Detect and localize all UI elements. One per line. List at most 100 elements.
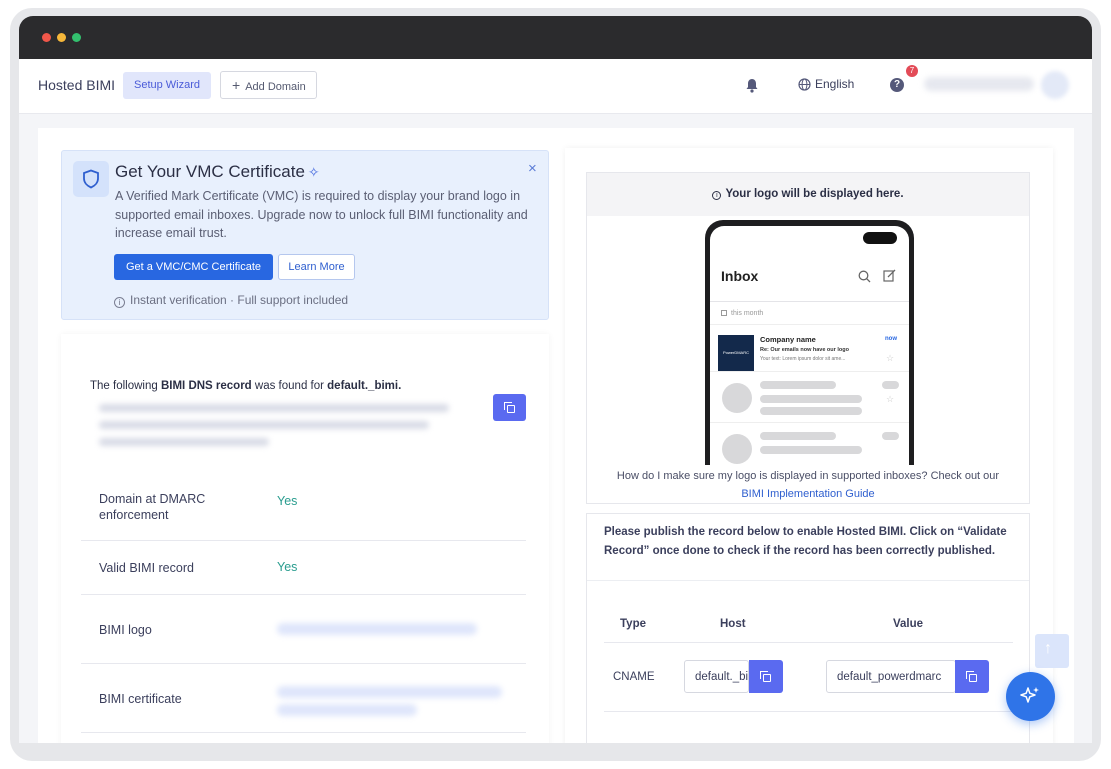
star-icon: ☆ bbox=[886, 353, 895, 363]
close-icon[interactable]: × bbox=[528, 160, 537, 177]
bimi-certificate-url-redacted bbox=[277, 686, 502, 698]
preview-header-text: Your logo will be displayed here. bbox=[725, 188, 904, 200]
found-bold: BIMI DNS record bbox=[160, 380, 252, 392]
mail-snippet: Your text: Lorem ipsum dolor sit ame... bbox=[760, 356, 846, 362]
check-value: Yes bbox=[277, 560, 298, 574]
checkbox-icon bbox=[721, 310, 727, 316]
arrow-up-icon: ↑ bbox=[1044, 640, 1052, 657]
compose-icon bbox=[883, 269, 896, 287]
placeholder-line bbox=[882, 432, 899, 440]
header-divider bbox=[604, 642, 1013, 643]
copy-record-button[interactable] bbox=[493, 394, 526, 421]
info-icon: i bbox=[114, 297, 125, 308]
copy-host-button[interactable] bbox=[749, 660, 783, 693]
check-label: BIMI logo bbox=[99, 623, 152, 637]
vmc-banner: Get Your VMC Certificate ✧ × A Verified M… bbox=[61, 150, 549, 320]
value-field[interactable] bbox=[826, 660, 956, 693]
ai-assistant-button[interactable] bbox=[1006, 672, 1055, 721]
dns-record-card: The following BIMI DNS record was found … bbox=[61, 334, 549, 743]
main-content: Get Your VMC Certificate ✧ × A Verified M… bbox=[38, 128, 1074, 743]
column-header-type: Type bbox=[620, 618, 646, 630]
user-name-redacted[interactable] bbox=[924, 77, 1034, 91]
vmc-note: i Instant verification · Full support inc… bbox=[114, 293, 348, 308]
shield-icon bbox=[73, 161, 109, 197]
column-header-value: Value bbox=[893, 618, 924, 630]
copy-value-button[interactable] bbox=[955, 660, 989, 693]
placeholder-mail-item: ☆ bbox=[710, 373, 909, 423]
preview-footer-text: How do I make sure my logo is displayed … bbox=[616, 470, 1000, 482]
check-row: BIMI logo bbox=[81, 595, 526, 664]
mail-sender: Company name bbox=[760, 335, 816, 344]
vmc-description: A Verified Mark Certificate (VMC) is req… bbox=[115, 189, 528, 240]
preview-header: i Your logo will be displayed here. bbox=[587, 173, 1029, 216]
check-value: Yes bbox=[277, 494, 298, 508]
found-domain: default._bimi. bbox=[327, 380, 402, 392]
brand-logo: PowerDMARC bbox=[718, 335, 754, 371]
check-row: Domain at DMARC enforcement Yes bbox=[81, 474, 526, 541]
record-type: CNAME bbox=[613, 671, 655, 683]
sparkle-icon: ✧ bbox=[307, 164, 320, 180]
title-bar bbox=[19, 16, 1092, 59]
mail-item: PowerDMARC Company name Re: Our emails n… bbox=[710, 324, 909, 372]
mail-subject: Re: Our emails now have our logo bbox=[760, 347, 849, 353]
row-divider bbox=[604, 711, 1013, 712]
mail-time: now bbox=[885, 336, 897, 342]
browser-window: Hosted BIMI Setup Wizard + Add Domain Eng… bbox=[19, 16, 1092, 743]
setup-wizard-button[interactable]: Setup Wizard bbox=[123, 72, 211, 99]
publish-record-card: Please publish the record below to enabl… bbox=[586, 513, 1030, 743]
logo-preview-card: i Your logo will be displayed here. Inbox… bbox=[586, 172, 1030, 504]
placeholder-line bbox=[760, 395, 862, 403]
info-icon: i bbox=[712, 191, 722, 200]
avatar[interactable] bbox=[1041, 71, 1069, 99]
check-label: Valid BIMI record bbox=[99, 561, 194, 575]
placeholder-mail-item bbox=[710, 424, 909, 465]
learn-more-button[interactable]: Learn More bbox=[278, 254, 355, 280]
host-field[interactable] bbox=[684, 660, 749, 693]
bimi-certificate-url-redacted bbox=[277, 704, 417, 716]
preview-footer: How do I make sure my logo is displayed … bbox=[587, 467, 1029, 503]
vmc-title: Get Your VMC Certificate ✧ bbox=[115, 162, 320, 182]
placeholder-line bbox=[760, 446, 862, 454]
scroll-to-top-button[interactable]: ↑ bbox=[1035, 634, 1069, 668]
brand-title: Hosted BIMI bbox=[38, 77, 116, 93]
help-icon[interactable]: ? bbox=[890, 78, 904, 92]
found-mid: was found for bbox=[251, 380, 328, 392]
minimize-window-dot[interactable] bbox=[57, 33, 66, 42]
inbox-title: Inbox bbox=[721, 268, 759, 284]
divider bbox=[587, 580, 1029, 581]
placeholder-line bbox=[760, 381, 836, 389]
dns-found-text: The following BIMI DNS record was found … bbox=[90, 380, 401, 392]
language-selector[interactable]: English bbox=[798, 77, 854, 91]
placeholder-line bbox=[760, 432, 836, 440]
close-window-dot[interactable] bbox=[42, 33, 51, 42]
copy-icon bbox=[504, 402, 515, 413]
camera-notch bbox=[863, 232, 897, 244]
get-vmc-certificate-button[interactable]: Get a VMC/CMC Certificate bbox=[114, 254, 273, 280]
star-icon: ☆ bbox=[886, 394, 895, 404]
found-prefix: The following bbox=[90, 380, 161, 392]
check-row: Valid BIMI record Yes bbox=[81, 541, 526, 595]
bimi-guide-link[interactable]: BIMI Implementation Guide bbox=[587, 485, 1029, 503]
placeholder-avatar bbox=[722, 434, 752, 464]
phone-screen: Inbox this month PowerDMARC Company name… bbox=[710, 226, 909, 465]
maximize-window-dot[interactable] bbox=[72, 33, 81, 42]
globe-icon bbox=[798, 78, 811, 91]
add-domain-button[interactable]: + Add Domain bbox=[220, 71, 317, 99]
help-notification-badge: 7 bbox=[906, 65, 918, 77]
dns-record-redacted bbox=[99, 404, 459, 460]
section-label-text: this month bbox=[731, 310, 764, 317]
vmc-title-text: Get Your VMC Certificate bbox=[115, 162, 305, 181]
section-label: this month bbox=[721, 310, 763, 317]
bell-icon[interactable] bbox=[745, 78, 759, 98]
copy-icon bbox=[966, 671, 977, 682]
publish-instructions: Please publish the record below to enabl… bbox=[604, 526, 1007, 557]
copy-icon bbox=[760, 671, 771, 682]
sparkle-icon bbox=[1020, 687, 1039, 703]
check-label: Domain at DMARC enforcement bbox=[99, 492, 206, 522]
top-nav: Hosted BIMI Setup Wizard + Add Domain Eng… bbox=[19, 59, 1092, 114]
placeholder-line bbox=[760, 407, 862, 415]
vmc-note-text: Instant verification · Full support incl… bbox=[130, 293, 349, 307]
divider bbox=[710, 301, 909, 302]
search-icon bbox=[858, 270, 871, 288]
right-panel: i Your logo will be displayed here. Inbox… bbox=[565, 148, 1053, 743]
